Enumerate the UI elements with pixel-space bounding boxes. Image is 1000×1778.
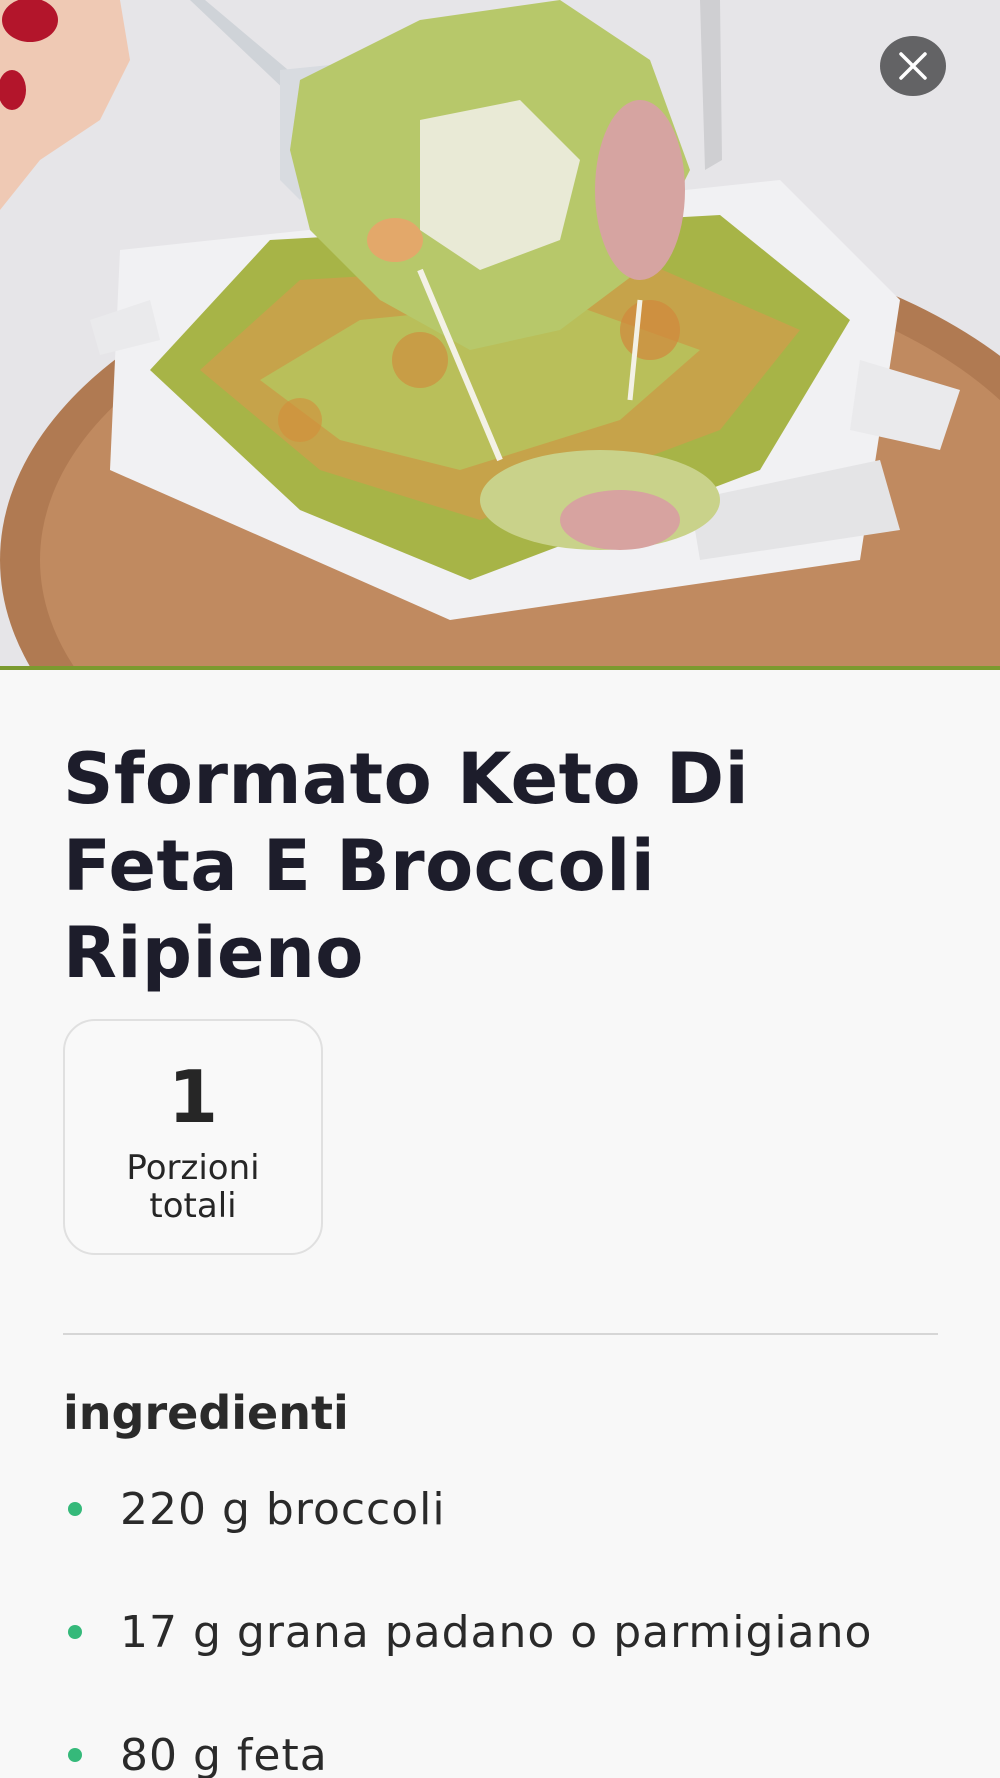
recipe-title: Sformato Keto Di Feta E Broccoli Ripieno [63, 738, 750, 994]
servings-label: Porzioni totali [126, 1148, 260, 1226]
recipe-content: Sformato Keto Di Feta E Broccoli Ripieno… [63, 670, 943, 1778]
ingredients-list: 220 g broccoli 17 g grana padano o parmi… [63, 1479, 943, 1778]
bullet-icon [68, 1748, 82, 1762]
ingredient-item: 80 g feta [63, 1725, 943, 1778]
ingredient-text: 80 g feta [120, 1729, 328, 1778]
recipe-screen: Sformato Keto Di Feta E Broccoli Ripieno… [0, 0, 1000, 1778]
bullet-icon [68, 1502, 82, 1516]
ingredient-text: 220 g broccoli [120, 1483, 446, 1535]
bullet-icon [68, 1625, 82, 1639]
ingredient-item: 17 g grana padano o parmigiano [63, 1602, 943, 1662]
ingredients-heading: ingredienti [63, 1386, 349, 1440]
ingredient-item: 220 g broccoli [63, 1479, 943, 1539]
recipe-hero-image [0, 0, 1000, 670]
servings-card: 1 Porzioni totali [63, 1019, 323, 1255]
close-button[interactable] [880, 36, 946, 96]
servings-value: 1 [167, 1055, 219, 1139]
section-divider [63, 1333, 938, 1335]
casserole-photo [0, 0, 1000, 666]
close-icon [899, 52, 927, 80]
ingredient-text: 17 g grana padano o parmigiano [120, 1606, 873, 1658]
